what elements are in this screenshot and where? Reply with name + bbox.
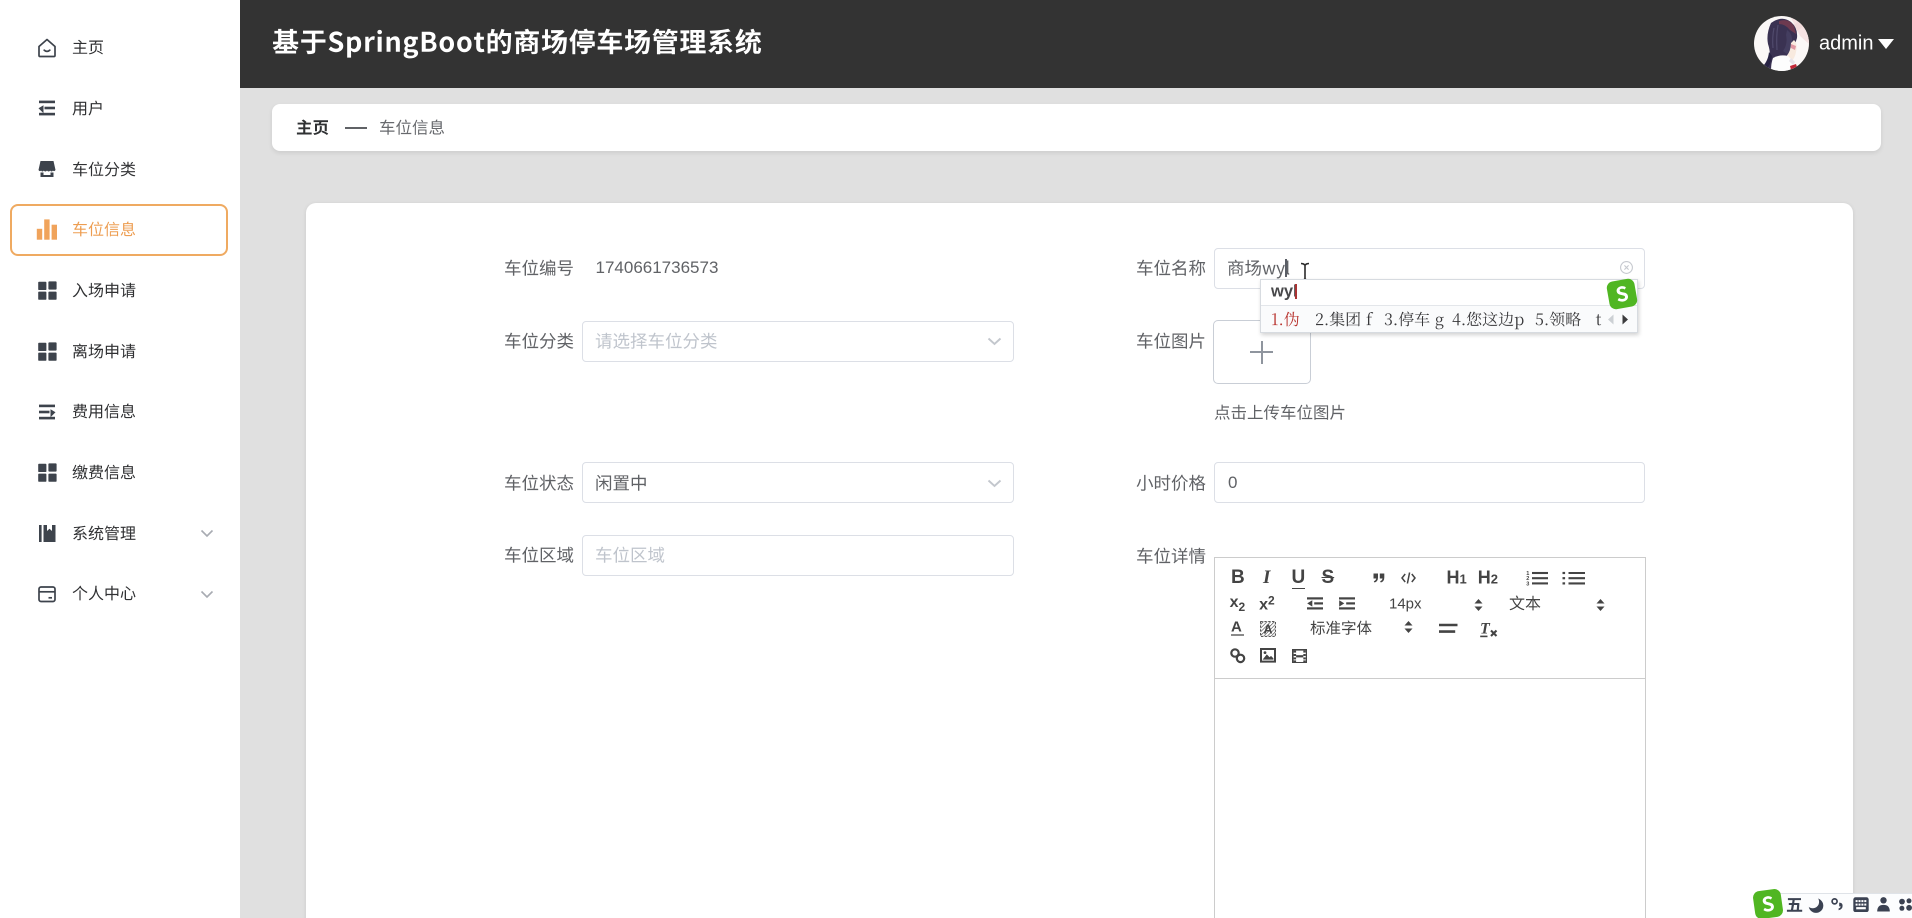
svg-text:3: 3 <box>1526 581 1529 587</box>
svg-text:T: T <box>1480 621 1491 638</box>
svg-text:A: A <box>1263 622 1272 636</box>
